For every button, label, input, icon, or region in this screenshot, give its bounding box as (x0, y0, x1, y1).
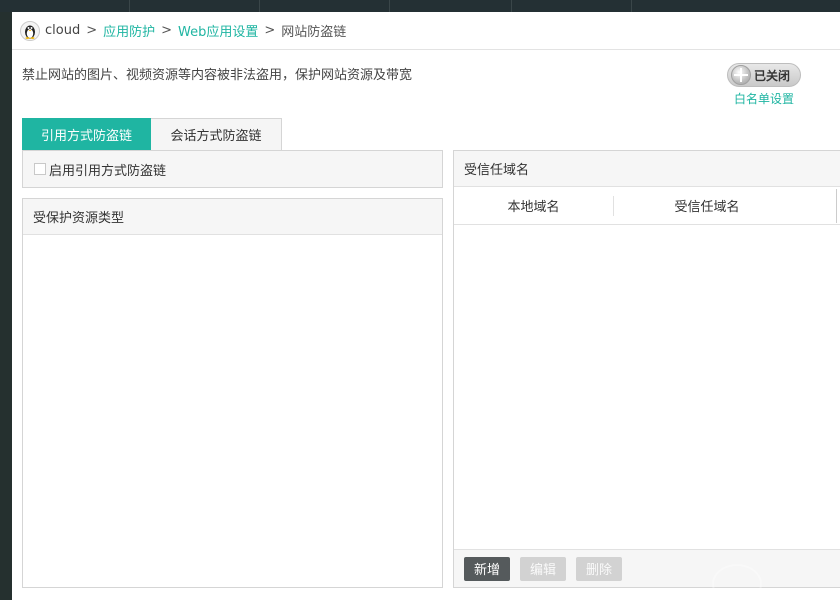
edit-button[interactable]: 编辑 (520, 556, 567, 581)
penguin-logo-icon (20, 20, 40, 41)
tab-session-protection[interactable]: 会话方式防盗链 (151, 118, 282, 150)
top-strip-segment (260, 0, 390, 12)
page-description: 禁止网站的图片、视频资源等内容被非法盗用，保护网站资源及带宽 (22, 68, 413, 83)
column-header-local-domain[interactable]: 本地域名 (454, 195, 614, 216)
breadcrumb-separator: > (264, 23, 276, 38)
watermark-logo-icon (712, 564, 762, 600)
breadcrumb-current: 网站防盗链 (281, 25, 347, 40)
tab-referer-protection[interactable]: 引用方式防盗链 (22, 118, 151, 150)
breadcrumb: cloud > 应用防护 > Web应用设置 > 网站防盗链 (12, 12, 840, 50)
breadcrumb-separator: > (86, 23, 98, 38)
breadcrumb-root[interactable]: cloud (45, 23, 80, 38)
hotlink-protection-toggle[interactable]: 已关闭 (727, 63, 801, 87)
tab-bar: 引用方式防盗链 会话方式防盗链 (22, 118, 282, 150)
breadcrumb-app-protection[interactable]: 应用防护 (103, 21, 155, 40)
top-strip-segment (0, 0, 130, 12)
delete-button[interactable]: 删除 (576, 556, 623, 581)
add-button[interactable]: 新增 (464, 556, 511, 581)
trusted-domains-title: 受信任域名 (454, 151, 840, 187)
trusted-domains-toolbar: 新增 编辑 删除 (454, 549, 840, 587)
whitelist-settings-link[interactable]: 白名单设置 (734, 90, 794, 107)
top-strip-segment (130, 0, 260, 12)
enable-referer-protection-checkbox[interactable] (34, 163, 46, 175)
top-strip-segment (390, 0, 512, 12)
column-header-trusted-domain[interactable]: 受信任域名 (614, 196, 800, 216)
toggle-status-label: 已关闭 (754, 68, 791, 83)
protected-resource-types-title: 受保护资源类型 (23, 199, 442, 235)
left-window-strip (0, 12, 12, 600)
main-window: cloud > 应用防护 > Web应用设置 > 网站防盗链 禁止网站的图片、视… (12, 12, 840, 600)
enable-referer-protection-label[interactable]: 启用引用方式防盗链 (49, 160, 166, 179)
breadcrumb-web-app-settings[interactable]: Web应用设置 (178, 21, 258, 40)
trusted-domains-panel: 受信任域名 本地域名 受信任域名 新增 编辑 删除 (453, 150, 840, 588)
protected-resource-types-panel: 受保护资源类型 (22, 198, 443, 588)
top-strip-segment (512, 0, 632, 12)
breadcrumb-separator: > (161, 23, 173, 38)
top-window-strip (0, 0, 840, 12)
enable-referer-protection-row: 启用引用方式防盗链 (22, 150, 443, 188)
trusted-domains-table-header: 本地域名 受信任域名 (454, 187, 840, 225)
toggle-knob-icon (731, 65, 751, 85)
column-resize-handle[interactable] (836, 188, 838, 223)
